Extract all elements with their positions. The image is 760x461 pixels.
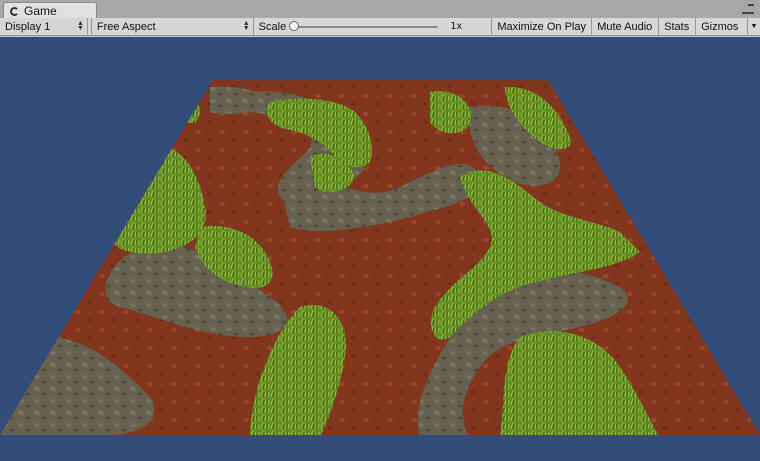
mute-audio-toggle[interactable]: Mute Audio bbox=[592, 18, 660, 35]
maximize-on-play-toggle[interactable]: Maximize On Play bbox=[492, 18, 593, 35]
scale-slider-thumb[interactable] bbox=[289, 20, 300, 31]
scale-control: Scale 1x bbox=[254, 18, 493, 35]
gizmos-dropdown-arrow-icon[interactable]: ▼ bbox=[747, 18, 760, 35]
tab-options-icon[interactable] bbox=[742, 4, 754, 14]
terrain-plane bbox=[0, 80, 760, 435]
stats-toggle[interactable]: Stats bbox=[659, 18, 697, 35]
gizmos-toggle[interactable]: Gizmos ▼ bbox=[696, 18, 760, 35]
display-dropdown[interactable]: Display 1 ▲ ▼ bbox=[0, 18, 88, 35]
dropdown-arrows-icon: ▲ ▼ bbox=[242, 20, 250, 32]
display-dropdown-label: Display 1 bbox=[5, 20, 51, 33]
scale-slider[interactable] bbox=[289, 20, 439, 31]
pacman-game-icon bbox=[10, 6, 19, 16]
stats-label: Stats bbox=[664, 20, 690, 33]
mute-audio-label: Mute Audio bbox=[597, 20, 653, 33]
tab-game[interactable]: Game bbox=[3, 2, 97, 19]
scale-value: 1x bbox=[450, 21, 463, 32]
tab-label: Game bbox=[24, 4, 57, 18]
tab-strip: Game bbox=[0, 0, 760, 19]
maximize-on-play-label: Maximize On Play bbox=[497, 20, 586, 33]
aspect-dropdown[interactable]: Free Aspect ▲ ▼ bbox=[90, 18, 254, 35]
game-viewport[interactable] bbox=[0, 37, 760, 461]
viewport-bottom-bar bbox=[0, 435, 760, 461]
aspect-dropdown-label: Free Aspect bbox=[96, 20, 156, 33]
dropdown-arrows-icon: ▲ ▼ bbox=[76, 20, 84, 32]
scale-label: Scale bbox=[258, 20, 287, 33]
gizmos-label: Gizmos bbox=[701, 20, 739, 33]
game-view-toolbar: Display 1 ▲ ▼ Free Aspect ▲ ▼ Scale 1x Max… bbox=[0, 18, 760, 36]
